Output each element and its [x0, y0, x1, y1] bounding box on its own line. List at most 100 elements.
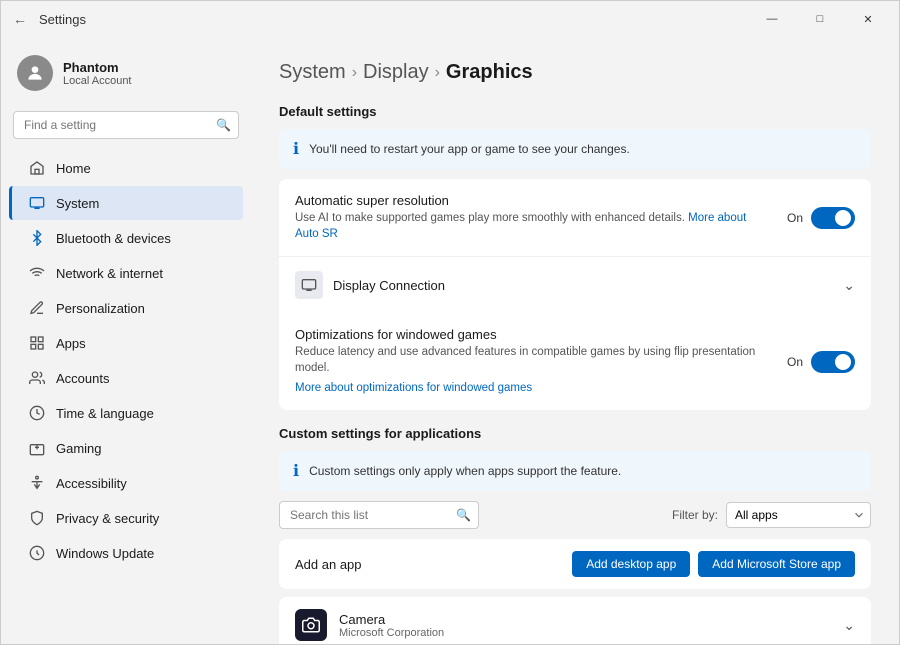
accounts-icon	[28, 369, 46, 387]
auto-sr-desc: Use AI to make supported games play more…	[295, 210, 767, 242]
sidebar-item-system[interactable]: System	[9, 186, 243, 220]
personalization-icon	[28, 299, 46, 317]
sidebar-item-label: Time & language	[56, 406, 154, 421]
windowed-games-toggle-label: On	[787, 355, 803, 369]
breadcrumb-current: Graphics	[446, 61, 533, 84]
auto-sr-toggle[interactable]	[811, 207, 855, 229]
default-info-banner: ℹ You'll need to restart your app or gam…	[279, 129, 871, 169]
sidebar-item-label: Network & internet	[56, 266, 163, 281]
add-app-row: Add an app Add desktop app Add Microsoft…	[279, 539, 871, 589]
search-icon: 🔍	[216, 118, 231, 132]
back-button[interactable]: ←	[9, 7, 31, 31]
user-name: Phantom	[63, 60, 132, 75]
sidebar-item-time[interactable]: Time & language	[9, 396, 243, 430]
sidebar-item-label: Home	[56, 161, 91, 176]
windowed-games-info: Optimizations for windowed games Reduce …	[295, 327, 787, 396]
gaming-icon	[28, 439, 46, 457]
list-search-input[interactable]	[279, 501, 479, 529]
main-panel: System › Display › Graphics Default sett…	[251, 37, 899, 644]
user-type: Local Account	[63, 75, 132, 87]
breadcrumb-sep-1: ›	[352, 64, 357, 82]
settings-window: ← Settings — □ ✕ Phantom Local Account	[0, 0, 900, 645]
camera-app-icon	[295, 609, 327, 641]
windowed-games-link[interactable]: More about optimizations for windowed ga…	[295, 380, 767, 396]
search-box: 🔍	[13, 111, 239, 139]
network-icon	[28, 264, 46, 282]
sidebar-item-apps[interactable]: Apps	[9, 326, 243, 360]
add-desktop-app-button[interactable]: Add desktop app	[572, 551, 690, 577]
auto-sr-info: Automatic super resolution Use AI to mak…	[295, 193, 787, 242]
breadcrumb: System › Display › Graphics	[279, 61, 871, 84]
filter-wrap: Filter by: All apps Desktop apps Microso…	[672, 502, 871, 528]
titlebar: ← Settings — □ ✕	[1, 1, 899, 37]
sidebar-item-label: Bluetooth & devices	[56, 231, 171, 246]
add-store-app-button[interactable]: Add Microsoft Store app	[698, 551, 855, 577]
list-search: 🔍	[279, 501, 479, 529]
windowed-games-row: Optimizations for windowed games Reduce …	[279, 313, 871, 410]
custom-settings-title: Custom settings for applications	[279, 426, 871, 441]
update-icon	[28, 544, 46, 562]
apps-icon	[28, 334, 46, 352]
breadcrumb-display[interactable]: Display	[363, 61, 429, 84]
custom-info-icon: ℹ	[293, 461, 299, 481]
bluetooth-icon	[28, 229, 46, 247]
camera-app-maker: Microsoft Corporation	[339, 627, 843, 639]
breadcrumb-system[interactable]: System	[279, 61, 346, 84]
user-section: Phantom Local Account	[1, 45, 251, 107]
search-input[interactable]	[13, 111, 239, 139]
sidebar-item-personalization[interactable]: Personalization	[9, 291, 243, 325]
home-icon	[28, 159, 46, 177]
custom-info-text: Custom settings only apply when apps sup…	[309, 464, 621, 478]
time-icon	[28, 404, 46, 422]
auto-sr-toggle-wrap: On	[787, 207, 855, 229]
sidebar-item-accounts[interactable]: Accounts	[9, 361, 243, 395]
sidebar-item-label: Gaming	[56, 441, 102, 456]
add-app-buttons: Add desktop app Add Microsoft Store app	[572, 551, 855, 577]
info-icon: ℹ	[293, 139, 299, 159]
titlebar-controls: — □ ✕	[749, 3, 891, 35]
windowed-games-toggle[interactable]	[811, 351, 855, 373]
system-icon	[28, 194, 46, 212]
display-connection-icon-wrap	[295, 271, 323, 299]
default-settings-card: Automatic super resolution Use AI to mak…	[279, 179, 871, 410]
camera-chevron: ⌄	[843, 617, 855, 634]
info-text: You'll need to restart your app or game …	[309, 142, 630, 156]
add-app-label: Add an app	[295, 557, 362, 572]
minimize-button[interactable]: —	[749, 3, 795, 35]
display-connection-chevron: ⌄	[843, 277, 855, 294]
sidebar-item-privacy[interactable]: Privacy & security	[9, 501, 243, 535]
sidebar-item-accessibility[interactable]: Accessibility	[9, 466, 243, 500]
breadcrumb-sep-2: ›	[435, 64, 440, 82]
camera-app-info: Camera Microsoft Corporation	[339, 612, 843, 639]
sidebar-item-gaming[interactable]: Gaming	[9, 431, 243, 465]
sidebar-item-home[interactable]: Home	[9, 151, 243, 185]
camera-app-name: Camera	[339, 612, 843, 627]
sidebar-item-label: Apps	[56, 336, 86, 351]
sidebar-item-label: Personalization	[56, 301, 145, 316]
titlebar-left: ← Settings	[9, 7, 86, 31]
search-filter-row: 🔍 Filter by: All apps Desktop apps Micro…	[279, 501, 871, 529]
app-row-camera[interactable]: Camera Microsoft Corporation ⌄	[279, 597, 871, 644]
maximize-button[interactable]: □	[797, 3, 843, 35]
auto-sr-toggle-label: On	[787, 211, 803, 225]
sidebar-item-network[interactable]: Network & internet	[9, 256, 243, 290]
monitor-icon	[301, 277, 317, 293]
sidebar-item-label: Accounts	[56, 371, 109, 386]
sidebar-item-windows-update[interactable]: Windows Update	[9, 536, 243, 570]
auto-sr-label: Automatic super resolution	[295, 193, 767, 208]
filter-select[interactable]: All apps Desktop apps Microsoft Store ap…	[726, 502, 871, 528]
accessibility-icon	[28, 474, 46, 492]
custom-info-banner: ℹ Custom settings only apply when apps s…	[279, 451, 871, 491]
close-button[interactable]: ✕	[845, 3, 891, 35]
user-info: Phantom Local Account	[63, 60, 132, 87]
sidebar-item-label: Privacy & security	[56, 511, 159, 526]
sidebar-item-bluetooth[interactable]: Bluetooth & devices	[9, 221, 243, 255]
display-connection-row[interactable]: Display Connection ⌄	[279, 257, 871, 313]
list-search-icon: 🔍	[456, 508, 471, 522]
filter-label: Filter by:	[672, 508, 718, 522]
windowed-games-desc-text: Reduce latency and use advanced features…	[295, 346, 755, 374]
avatar	[17, 55, 53, 91]
sidebar-item-label: Windows Update	[56, 546, 154, 561]
windowed-games-desc: Reduce latency and use advanced features…	[295, 344, 767, 396]
default-settings-title: Default settings	[279, 104, 871, 119]
